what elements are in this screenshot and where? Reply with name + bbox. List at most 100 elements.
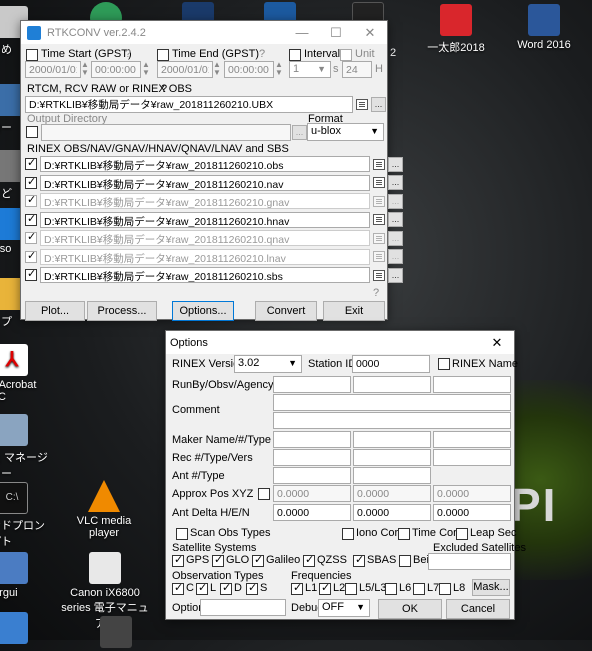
delta-e-input[interactable] bbox=[353, 504, 431, 521]
view-file-icon[interactable] bbox=[373, 214, 385, 225]
time-corr-checkbox[interactable] bbox=[398, 528, 410, 540]
obs-type-checkbox[interactable] bbox=[172, 581, 184, 595]
approx-x-input[interactable] bbox=[273, 485, 351, 502]
time-end-time[interactable] bbox=[224, 61, 274, 78]
browse-button[interactable]: ... bbox=[371, 97, 386, 112]
view-file-icon[interactable] bbox=[373, 269, 385, 281]
rtkconv-titlebar[interactable]: RTKCONV ver.2.4.2 — ☐ ✕ bbox=[21, 21, 387, 44]
frequency-checkbox[interactable] bbox=[385, 583, 397, 595]
marker-type-input[interactable] bbox=[433, 431, 511, 448]
time-start-time[interactable] bbox=[91, 61, 141, 78]
options-titlebar[interactable]: Options ✕ bbox=[166, 331, 514, 354]
exit-button[interactable]: Exit bbox=[323, 301, 385, 321]
comment-input-1[interactable] bbox=[273, 394, 511, 411]
marker-num-input[interactable] bbox=[353, 431, 431, 448]
obs-type-checkbox[interactable] bbox=[196, 581, 208, 595]
frequency-checkbox[interactable] bbox=[413, 583, 425, 595]
help-icon[interactable]: ? bbox=[125, 48, 131, 60]
excluded-input[interactable] bbox=[428, 553, 511, 570]
frequency-checkbox[interactable] bbox=[291, 581, 303, 595]
desktop-icon[interactable] bbox=[76, 616, 156, 651]
view-file-icon[interactable] bbox=[373, 177, 385, 188]
browse-button[interactable]: ... bbox=[388, 230, 403, 246]
scan-obs-checkbox[interactable] bbox=[176, 528, 188, 540]
output-file-field[interactable]: D:¥RTKLIB¥移動局データ¥raw_201811260210.hnav bbox=[40, 211, 370, 228]
desktop-icon-acrobat[interactable]: ⅄ e Acrobat DC bbox=[0, 344, 52, 403]
output-file-field[interactable]: D:¥RTKLIB¥移動局データ¥raw_201811260210.sbs bbox=[40, 267, 370, 283]
time-end-checkbox[interactable] bbox=[157, 49, 169, 61]
close-button[interactable]: ✕ bbox=[353, 25, 387, 41]
time-end-date[interactable] bbox=[157, 61, 213, 78]
output-file-field[interactable]: D:¥RTKLIB¥移動局データ¥raw_201811260210.nav bbox=[40, 174, 370, 191]
rinex-version-select[interactable]: 3.02 ▼ bbox=[234, 355, 302, 373]
leap-sec-checkbox[interactable] bbox=[456, 528, 468, 540]
time-start-checkbox[interactable] bbox=[26, 49, 38, 61]
view-file-icon[interactable] bbox=[373, 232, 385, 244]
approx-y-input[interactable] bbox=[353, 485, 431, 502]
spin-icon[interactable]: ▲ ▼ bbox=[142, 61, 150, 77]
browse-button[interactable]: ... bbox=[388, 156, 403, 172]
cancel-button[interactable]: Cancel bbox=[446, 599, 510, 619]
obsv-input[interactable] bbox=[353, 376, 431, 393]
desktop-icon[interactable]: ス マネージャー bbox=[0, 414, 52, 481]
view-file-icon[interactable] bbox=[373, 195, 385, 207]
obs-type-checkbox[interactable] bbox=[220, 581, 232, 595]
output-enable-checkbox[interactable] bbox=[25, 175, 37, 189]
delta-n-input[interactable] bbox=[433, 504, 511, 521]
debug-select[interactable]: OFF ▼ bbox=[318, 599, 370, 617]
browse-button[interactable]: ... bbox=[388, 175, 403, 190]
output-enable-checkbox[interactable] bbox=[25, 249, 37, 263]
spin-icon[interactable]: ▲ ▼ bbox=[213, 61, 221, 77]
view-file-icon[interactable] bbox=[373, 251, 385, 262]
time-start-date[interactable] bbox=[25, 61, 81, 78]
sat-system-checkbox[interactable] bbox=[212, 553, 224, 567]
desktop-icon-cmd[interactable]: C:\ ンドプロンプト bbox=[0, 482, 52, 549]
output-file-field[interactable]: D:¥RTKLIB¥移動局データ¥raw_201811260210.lnav bbox=[40, 248, 370, 265]
rec-type-input[interactable] bbox=[353, 449, 431, 466]
marker-name-input[interactable] bbox=[273, 431, 351, 448]
desktop-icon[interactable] bbox=[0, 612, 52, 647]
process-button[interactable]: Process... bbox=[87, 301, 157, 321]
approx-z-input[interactable] bbox=[433, 485, 511, 502]
delta-h-input[interactable] bbox=[273, 504, 351, 521]
browse-button[interactable]: ... bbox=[292, 125, 307, 140]
output-file-field[interactable]: D:¥RTKLIB¥移動局データ¥raw_201811260210.qnav bbox=[40, 230, 370, 246]
view-file-icon[interactable] bbox=[356, 99, 368, 110]
browse-button[interactable]: ... bbox=[388, 193, 403, 209]
frequency-checkbox[interactable] bbox=[345, 583, 357, 595]
interval-checkbox[interactable] bbox=[289, 49, 301, 61]
options-button[interactable]: Options... bbox=[172, 301, 234, 321]
rinex-name-checkbox[interactable] bbox=[438, 358, 450, 370]
output-file-field[interactable]: D:¥RTKLIB¥移動局データ¥raw_201811260210.obs bbox=[40, 156, 370, 172]
option-input[interactable] bbox=[200, 599, 286, 616]
format-select[interactable]: u-blox ▼ bbox=[307, 123, 384, 141]
comment-input-2[interactable] bbox=[273, 412, 511, 429]
frequency-checkbox[interactable] bbox=[319, 581, 331, 595]
unit-input[interactable] bbox=[342, 61, 372, 78]
ok-button[interactable]: OK bbox=[378, 599, 442, 619]
close-button[interactable]: ✕ bbox=[480, 335, 514, 351]
iono-corr-checkbox[interactable] bbox=[342, 528, 354, 540]
approx-pos-checkbox[interactable] bbox=[258, 488, 270, 500]
browse-button[interactable]: ... bbox=[388, 212, 403, 227]
output-dir-checkbox[interactable] bbox=[26, 126, 38, 138]
input-file-field[interactable] bbox=[25, 96, 353, 113]
browse-button[interactable]: ... bbox=[388, 249, 403, 264]
status-help[interactable]: ? bbox=[373, 287, 379, 299]
minimize-button[interactable]: — bbox=[285, 25, 319, 40]
desktop-icon-word[interactable]: Word 2016 bbox=[504, 4, 584, 51]
interval-select[interactable]: 1 ▼ bbox=[289, 61, 331, 78]
rec-vers-input[interactable] bbox=[433, 449, 511, 466]
spin-icon[interactable]: ▲ ▼ bbox=[81, 61, 89, 77]
desktop-icon-dfrgui[interactable]: dfrgui bbox=[0, 552, 52, 599]
mask-button[interactable]: Mask... bbox=[472, 579, 510, 596]
output-enable-checkbox[interactable] bbox=[25, 212, 37, 226]
help-icon[interactable]: ? bbox=[259, 48, 265, 60]
output-enable-checkbox[interactable] bbox=[25, 230, 37, 244]
desktop-icon-ichitaro[interactable]: 一太郎2018 bbox=[416, 4, 496, 55]
frequency-checkbox[interactable] bbox=[439, 583, 451, 595]
output-file-field[interactable]: D:¥RTKLIB¥移動局データ¥raw_201811260210.gnav bbox=[40, 193, 370, 209]
unit-checkbox[interactable] bbox=[340, 49, 352, 61]
sat-system-checkbox[interactable] bbox=[353, 553, 365, 567]
sat-system-checkbox[interactable] bbox=[399, 555, 411, 567]
